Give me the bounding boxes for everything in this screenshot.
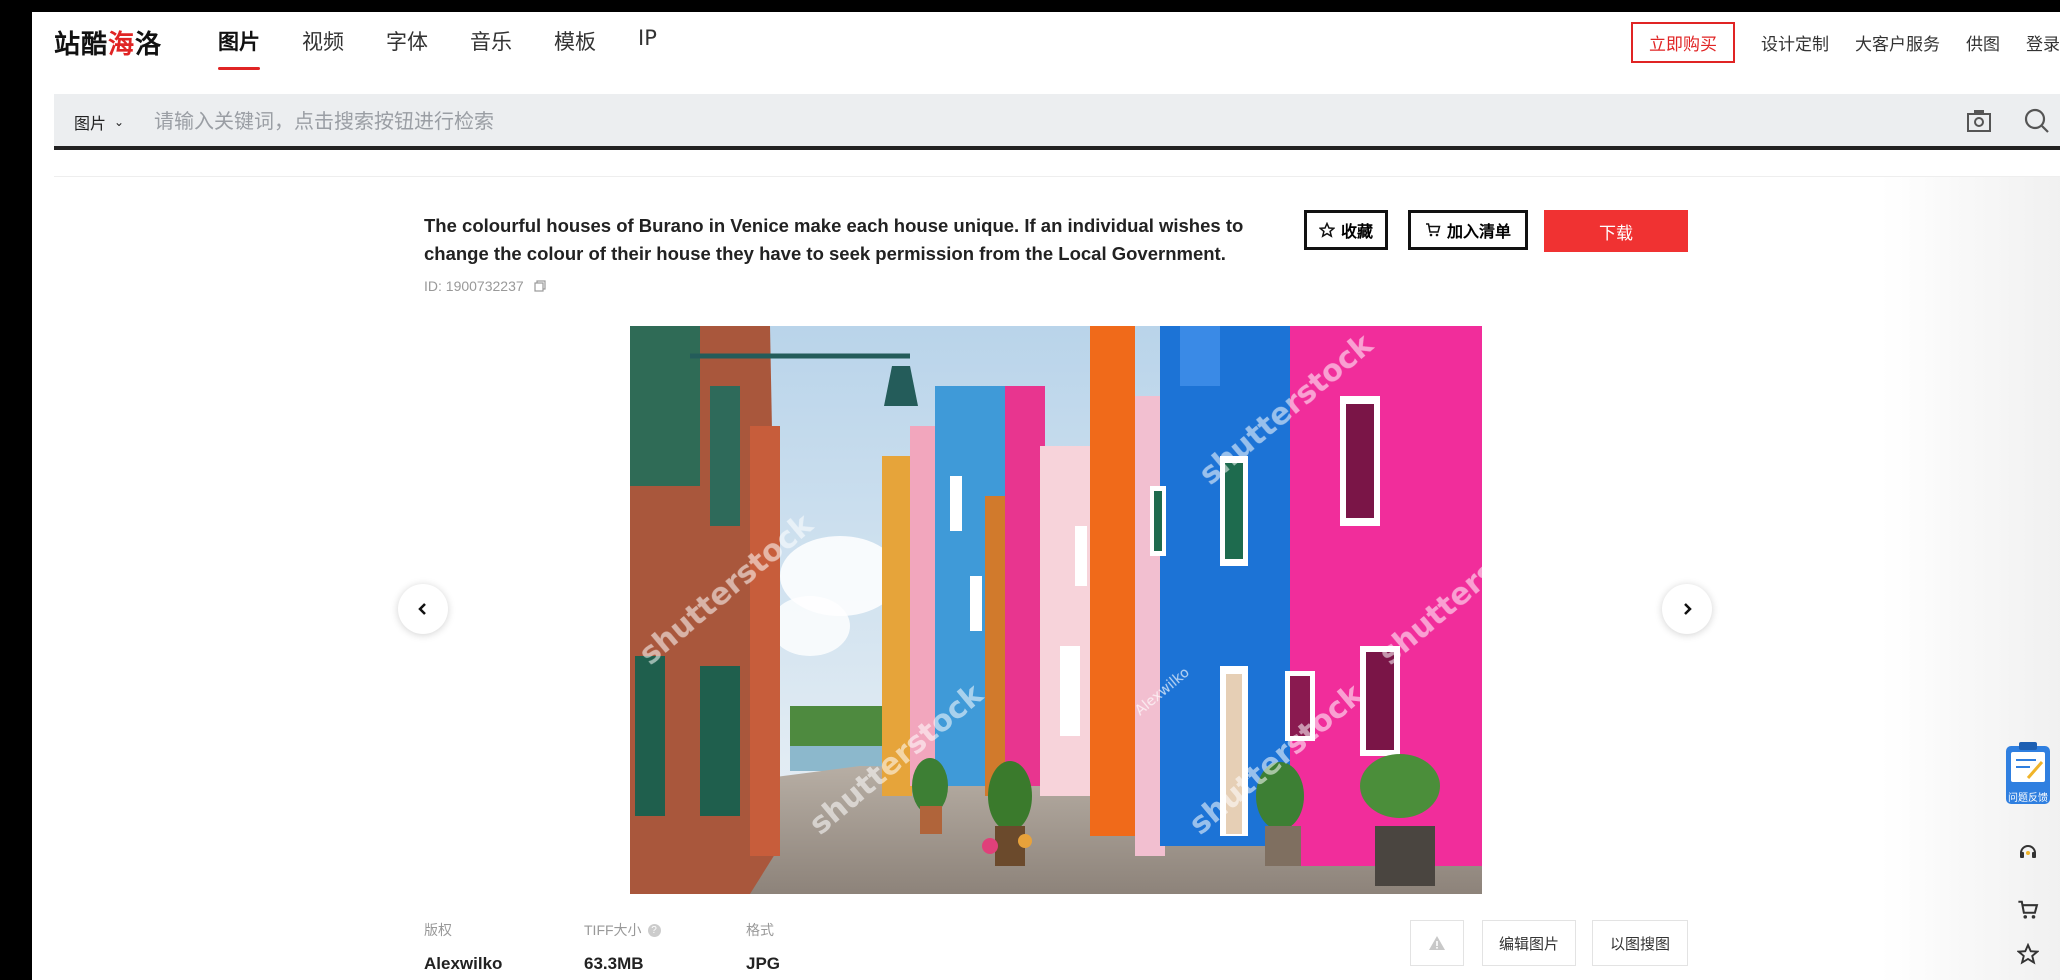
star-icon [1318,222,1335,238]
edit-image-button[interactable]: 编辑图片 [1482,920,1576,966]
search-input[interactable] [154,104,1854,138]
header-divider [54,176,2060,177]
top-nav: 站酷海洛 图片 视频 字体 音乐 模板 IP 立即购买 设计定制 大客户服务 供… [32,12,2060,82]
nav-link-enterprise[interactable]: 大客户服务 [1855,30,1940,55]
cart-side-button[interactable] [2012,894,2044,926]
format-value: JPG [746,954,781,973]
tab-templates[interactable]: 模板 [554,26,596,70]
tab-ip[interactable]: IP [638,26,657,70]
copyright-value: Alexwilko [424,954,503,973]
buy-now-button[interactable]: 立即购买 [1631,22,1735,63]
cart-icon [2018,900,2039,919]
add-to-list-button[interactable]: 加入清单 [1408,210,1528,250]
favorite-button[interactable]: 收藏 [1304,210,1388,250]
chevron-right-icon [1684,603,1692,615]
photo-illustration: shutterstock shutterstock shutterstock s… [630,326,1482,894]
chevron-down-icon: ⌄ [114,115,125,129]
nav-link-design[interactable]: 设计定制 [1761,30,1829,55]
tab-music[interactable]: 音乐 [470,26,512,70]
page-frame: 站酷海洛 图片 视频 字体 音乐 模板 IP 立即购买 设计定制 大客户服务 供… [32,12,2060,980]
site-logo[interactable]: 站酷海洛 [54,24,162,61]
favorites-side-button[interactable] [2012,938,2044,970]
image-id: ID: 1900732237 [424,278,546,294]
warning-icon [1429,936,1445,950]
info-icon[interactable]: ? [647,923,661,937]
camera-icon[interactable] [1966,108,1992,134]
search-by-image-button[interactable]: 以图搜图 [1592,920,1688,966]
meta-copyright: 版权 Alexwilko [424,920,502,974]
headset-icon [2020,845,2036,858]
size-value: 63.3MB [584,954,644,973]
search-bar: 图片 ⌄ [54,94,2060,150]
search-scope-select[interactable]: 图片 ⌄ [74,110,124,134]
customer-service-button[interactable] [2012,836,2044,868]
feedback-label: 问题反馈 [2008,793,2048,804]
tab-videos[interactable]: 视频 [302,26,344,70]
download-button[interactable]: 下载 [1544,210,1688,252]
cart-icon [1425,222,1441,238]
next-image-button[interactable] [1662,584,1712,634]
format-label: 格式 [746,922,774,938]
tab-images[interactable]: 图片 [218,26,260,70]
meta-size: TIFF大小 ? 63.3MB [584,920,661,974]
search-scope-label: 图片 [74,114,107,133]
chevron-left-icon [418,603,426,615]
nav-tabs: 图片 视频 字体 音乐 模板 IP [218,26,699,70]
image-id-text: ID: 1900732237 [424,278,524,294]
main-photo[interactable]: shutterstock shutterstock shutterstock s… [630,326,1482,894]
star-icon [2017,943,2039,965]
size-label: TIFF大小 [584,922,642,938]
nav-link-contribute[interactable]: 供图 [1966,30,2000,55]
feedback-button[interactable]: 问题反馈 [2004,740,2052,808]
meta-format: 格式 JPG [746,920,780,974]
previous-image-button[interactable] [398,584,448,634]
copy-icon[interactable] [534,280,546,292]
copyright-label: 版权 [424,922,452,938]
favorite-label: 收藏 [1340,222,1373,241]
image-description: The colourful houses of Burano in Venice… [424,215,1244,264]
nav-right: 立即购买 设计定制 大客户服务 供图 登录 [1631,22,2060,63]
report-button[interactable] [1410,920,1464,966]
add-to-list-label: 加入清单 [1446,222,1511,241]
tab-fonts[interactable]: 字体 [386,26,428,70]
size-label-row: TIFF大小 ? [584,920,661,940]
nav-link-login[interactable]: 登录 [2026,30,2060,55]
search-icon[interactable] [2022,106,2052,136]
